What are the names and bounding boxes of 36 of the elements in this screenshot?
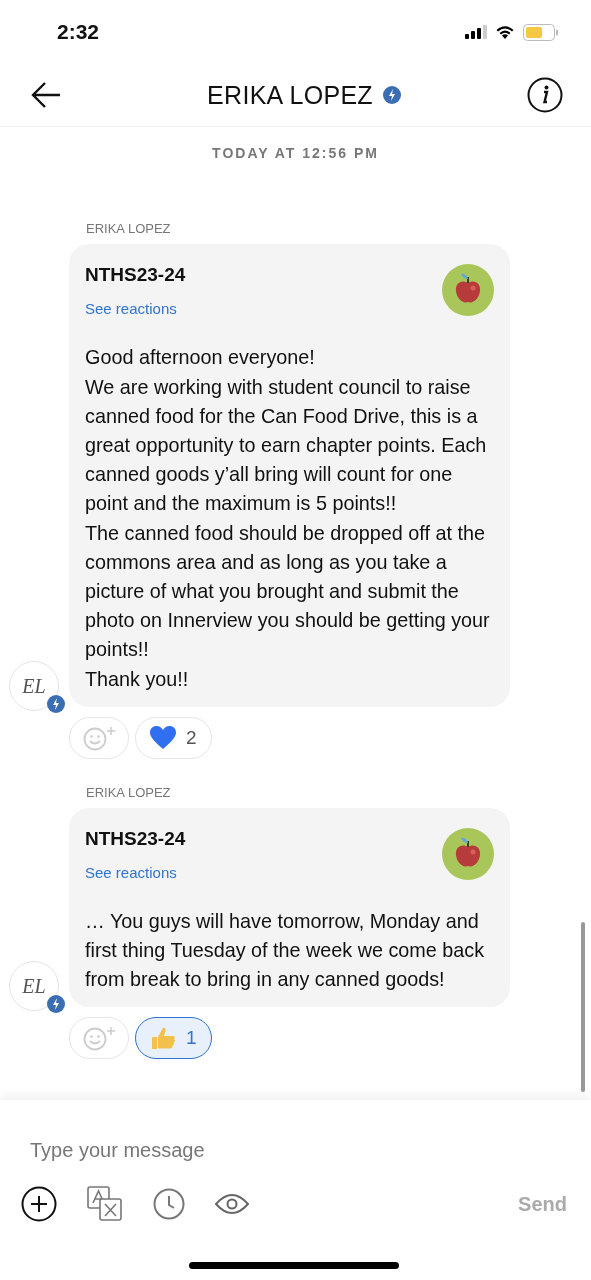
apple-icon — [442, 264, 494, 316]
clock-icon[interactable] — [153, 1188, 185, 1220]
heart-icon — [150, 726, 176, 750]
battery-icon — [523, 23, 559, 41]
scrollbar[interactable] — [581, 922, 585, 1092]
eye-icon[interactable] — [215, 1193, 249, 1215]
date-timestamp: TODAY AT 12:56 PM — [211, 145, 380, 161]
message-text: Good afternoon everyone! — [85, 345, 316, 370]
see-reactions-link[interactable]: See reactions — [85, 300, 186, 317]
translate-icon[interactable] — [87, 1186, 123, 1222]
apple-icon — [442, 828, 494, 880]
group-name: NTHS23-24 — [85, 828, 186, 850]
sender-name: ERIKA LOPEZ — [86, 221, 172, 236]
status-time: 2:32 — [57, 20, 100, 44]
message-text: Thank you!! — [85, 667, 190, 692]
message-text: … You guys will have tomorrow, Monday and first thing Tuesday of the week we come back from break to bring in any canned goods! — [85, 909, 486, 992]
sender-name: ERIKA LOPEZ — [86, 785, 172, 800]
reaction-chip[interactable]: 2 — [135, 717, 212, 759]
message-text: The canned food should be dropped off at the commons area and as long as you take a picture of what you brought and submit the photo on Innerview you should be getting your points!! — [85, 521, 491, 662]
message-input-field[interactable]: Type your message — [0, 1100, 591, 1176]
add-emoji-icon — [82, 1025, 118, 1051]
reaction-chip[interactable]: 1 — [135, 1017, 212, 1059]
wifi-icon — [495, 25, 515, 39]
group-name: NTHS23-24 — [85, 264, 186, 286]
bolt-badge-icon — [47, 695, 65, 713]
see-reactions-link[interactable]: See reactions — [85, 864, 186, 881]
info-icon[interactable] — [527, 77, 563, 113]
signal-icon — [465, 25, 487, 39]
plus-icon[interactable] — [21, 1186, 57, 1222]
thumbs-up-icon — [150, 1026, 176, 1050]
chat-title: ERIKA LOPEZ — [207, 80, 373, 110]
add-emoji-icon — [82, 725, 118, 751]
send-button[interactable]: Send — [518, 1192, 567, 1216]
bolt-badge-icon — [47, 995, 65, 1013]
back-arrow-icon[interactable] — [31, 82, 61, 108]
message-text: We are working with student council to raise canned food for the Can Food Drive, this is a great opportunity to earn chapter points. Each canned goods y’all bring will count for one point and the maximum is 5 points!! — [85, 375, 488, 516]
